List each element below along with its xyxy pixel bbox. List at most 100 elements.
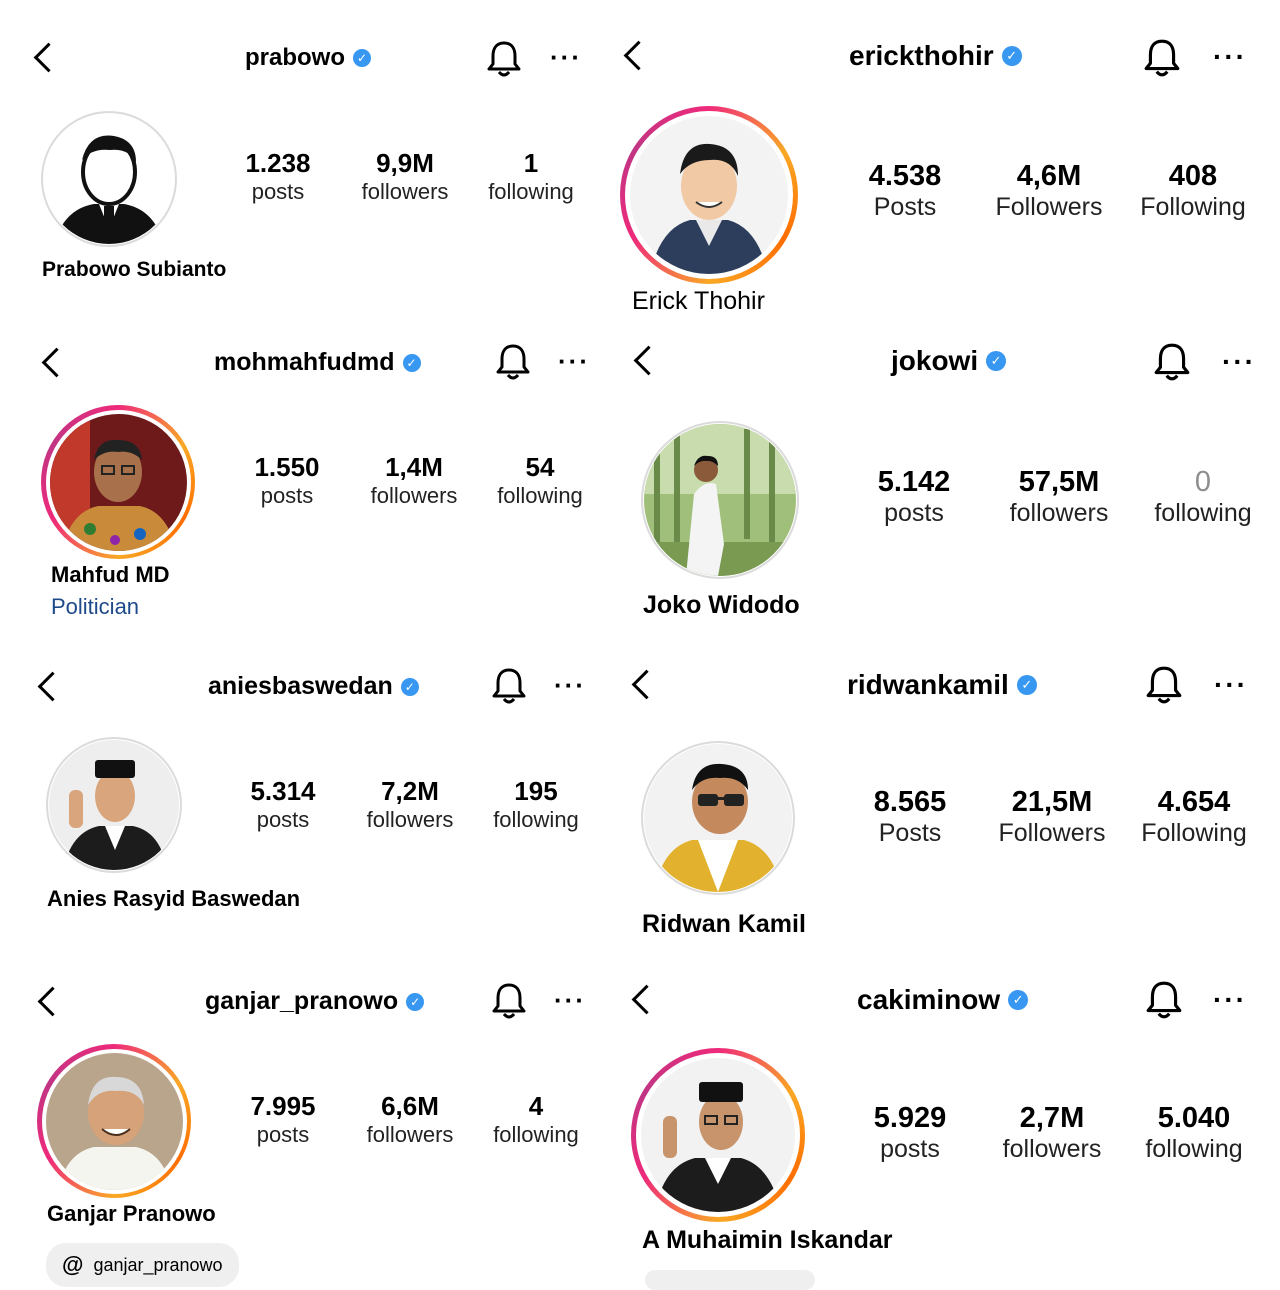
verified-badge-icon: ✓ <box>402 353 421 372</box>
full-name: Anies Rasyid Baswedan <box>47 886 301 911</box>
more-options-icon[interactable]: ··· <box>1213 984 1247 1016</box>
bell-icon[interactable] <box>486 40 522 78</box>
avatar[interactable] <box>41 111 177 247</box>
avatar-story-ring[interactable] <box>41 405 195 559</box>
full-name: A Muhaimin Iskandar <box>642 1226 893 1254</box>
posts-label: posts <box>880 1135 940 1163</box>
bell-icon[interactable] <box>1153 342 1191 382</box>
bell-icon[interactable] <box>495 343 531 381</box>
username-header: cakiminow ✓ <box>857 984 1029 1016</box>
avatar-image <box>644 424 796 576</box>
chevron-left-icon[interactable] <box>33 42 64 73</box>
following-label: following <box>493 807 579 832</box>
following-stat[interactable]: 408 Following <box>1130 160 1256 222</box>
username-header: mohmahfudmd ✓ <box>214 348 421 377</box>
verified-badge-icon: ✓ <box>400 677 419 696</box>
followers-count: 6,6M <box>381 1091 439 1121</box>
avatar-story-ring[interactable] <box>631 1048 805 1222</box>
bell-icon[interactable] <box>491 667 527 705</box>
username-header: aniesbaswedan ✓ <box>208 672 419 701</box>
verified-badge-icon: ✓ <box>406 992 425 1011</box>
posts-label: Posts <box>878 819 942 847</box>
followers-stat[interactable]: 9,9M followers <box>350 148 460 205</box>
link-chip[interactable] <box>645 1270 815 1290</box>
bell-icon[interactable] <box>1145 665 1183 705</box>
full-name: Ganjar Pranowo <box>47 1201 216 1226</box>
posts-stat: 4.538 Posts <box>846 160 964 222</box>
verified-badge-icon: ✓ <box>1008 990 1029 1010</box>
followers-stat[interactable]: 1,4M followers <box>359 452 469 509</box>
following-label: Following <box>1140 193 1246 221</box>
avatar[interactable] <box>46 737 182 873</box>
avatar-story-ring[interactable] <box>620 106 798 284</box>
followers-label: Followers <box>998 819 1106 847</box>
following-label: following <box>488 179 574 204</box>
followers-label: followers <box>1002 1135 1102 1163</box>
full-name: Erick Thohir <box>632 287 765 315</box>
chevron-left-icon[interactable] <box>623 40 654 71</box>
posts-count: 7.995 <box>250 1091 316 1121</box>
following-count: 0 <box>1194 466 1212 498</box>
avatar-image <box>45 1052 183 1190</box>
more-options-icon[interactable]: ··· <box>554 670 586 701</box>
followers-stat[interactable]: 21,5M Followers <box>990 786 1114 848</box>
more-options-icon[interactable]: ··· <box>1213 41 1247 73</box>
chevron-left-icon[interactable] <box>41 347 72 378</box>
followers-stat[interactable]: 57,5M followers <box>996 466 1122 528</box>
following-stat[interactable]: 4.654 Following <box>1132 786 1256 848</box>
following-stat[interactable]: 4 following <box>481 1091 591 1148</box>
more-options-icon[interactable]: ··· <box>550 42 582 73</box>
posts-count: 5.929 <box>873 1102 947 1134</box>
followers-count: 4,6M <box>1016 160 1082 192</box>
followers-count: 9,9M <box>376 148 434 178</box>
following-stat[interactable]: 1 following <box>476 148 586 205</box>
more-options-icon[interactable]: ··· <box>1222 346 1256 378</box>
following-stat[interactable]: 5.040 following <box>1132 1102 1256 1164</box>
username-header: ridwankamil ✓ <box>847 669 1037 701</box>
posts-label: posts <box>256 1122 310 1147</box>
following-label: following <box>1145 1135 1243 1163</box>
following-stat[interactable]: 54 following <box>485 452 595 509</box>
following-stat[interactable]: 0 following <box>1140 466 1266 528</box>
bell-icon[interactable] <box>1143 38 1181 78</box>
full-name: Mahfud MD <box>51 562 170 587</box>
avatar[interactable] <box>641 741 795 895</box>
posts-count: 4.538 <box>868 160 942 192</box>
followers-stat[interactable]: 7,2M followers <box>355 776 465 833</box>
following-count: 4 <box>528 1091 544 1121</box>
username-header: ganjar_pranowo ✓ <box>205 987 425 1016</box>
chevron-left-icon[interactable] <box>631 669 662 700</box>
chevron-left-icon[interactable] <box>631 984 662 1015</box>
bell-icon[interactable] <box>491 982 527 1020</box>
followers-count: 7,2M <box>381 776 439 806</box>
followers-stat[interactable]: 4,6M Followers <box>986 160 1112 222</box>
full-name: Ridwan Kamil <box>642 910 806 938</box>
verified-badge-icon: ✓ <box>1001 46 1022 66</box>
chevron-left-icon[interactable] <box>37 671 68 702</box>
posts-count: 8.565 <box>873 786 947 818</box>
more-options-icon[interactable]: ··· <box>1214 669 1248 701</box>
posts-stat: 7.995 posts <box>233 1091 333 1148</box>
threads-link[interactable]: @ ganjar_pranowo <box>46 1243 239 1287</box>
username-header: jokowi ✓ <box>891 345 1007 377</box>
avatar-story-ring[interactable] <box>37 1044 191 1198</box>
chevron-left-icon[interactable] <box>37 986 68 1017</box>
avatar[interactable] <box>641 421 799 579</box>
followers-count: 57,5M <box>1018 466 1100 498</box>
chevron-left-icon[interactable] <box>633 345 664 376</box>
posts-count: 1.238 <box>245 148 311 178</box>
more-options-icon[interactable]: ··· <box>558 346 590 377</box>
bell-icon[interactable] <box>1145 980 1183 1020</box>
followers-label: followers <box>1009 499 1109 527</box>
avatar-image <box>49 740 179 870</box>
followers-stat[interactable]: 6,6M followers <box>355 1091 465 1148</box>
followers-label: followers <box>370 483 458 508</box>
more-options-icon[interactable]: ··· <box>554 985 586 1016</box>
username-header: erickthohir ✓ <box>849 40 1022 72</box>
threads-handle: ganjar_pranowo <box>93 1254 223 1275</box>
following-stat[interactable]: 195 following <box>481 776 591 833</box>
followers-stat[interactable]: 2,7M followers <box>990 1102 1114 1164</box>
category-label: Politician <box>51 594 140 619</box>
verified-badge-icon: ✓ <box>353 49 371 67</box>
followers-label: followers <box>366 1122 454 1147</box>
